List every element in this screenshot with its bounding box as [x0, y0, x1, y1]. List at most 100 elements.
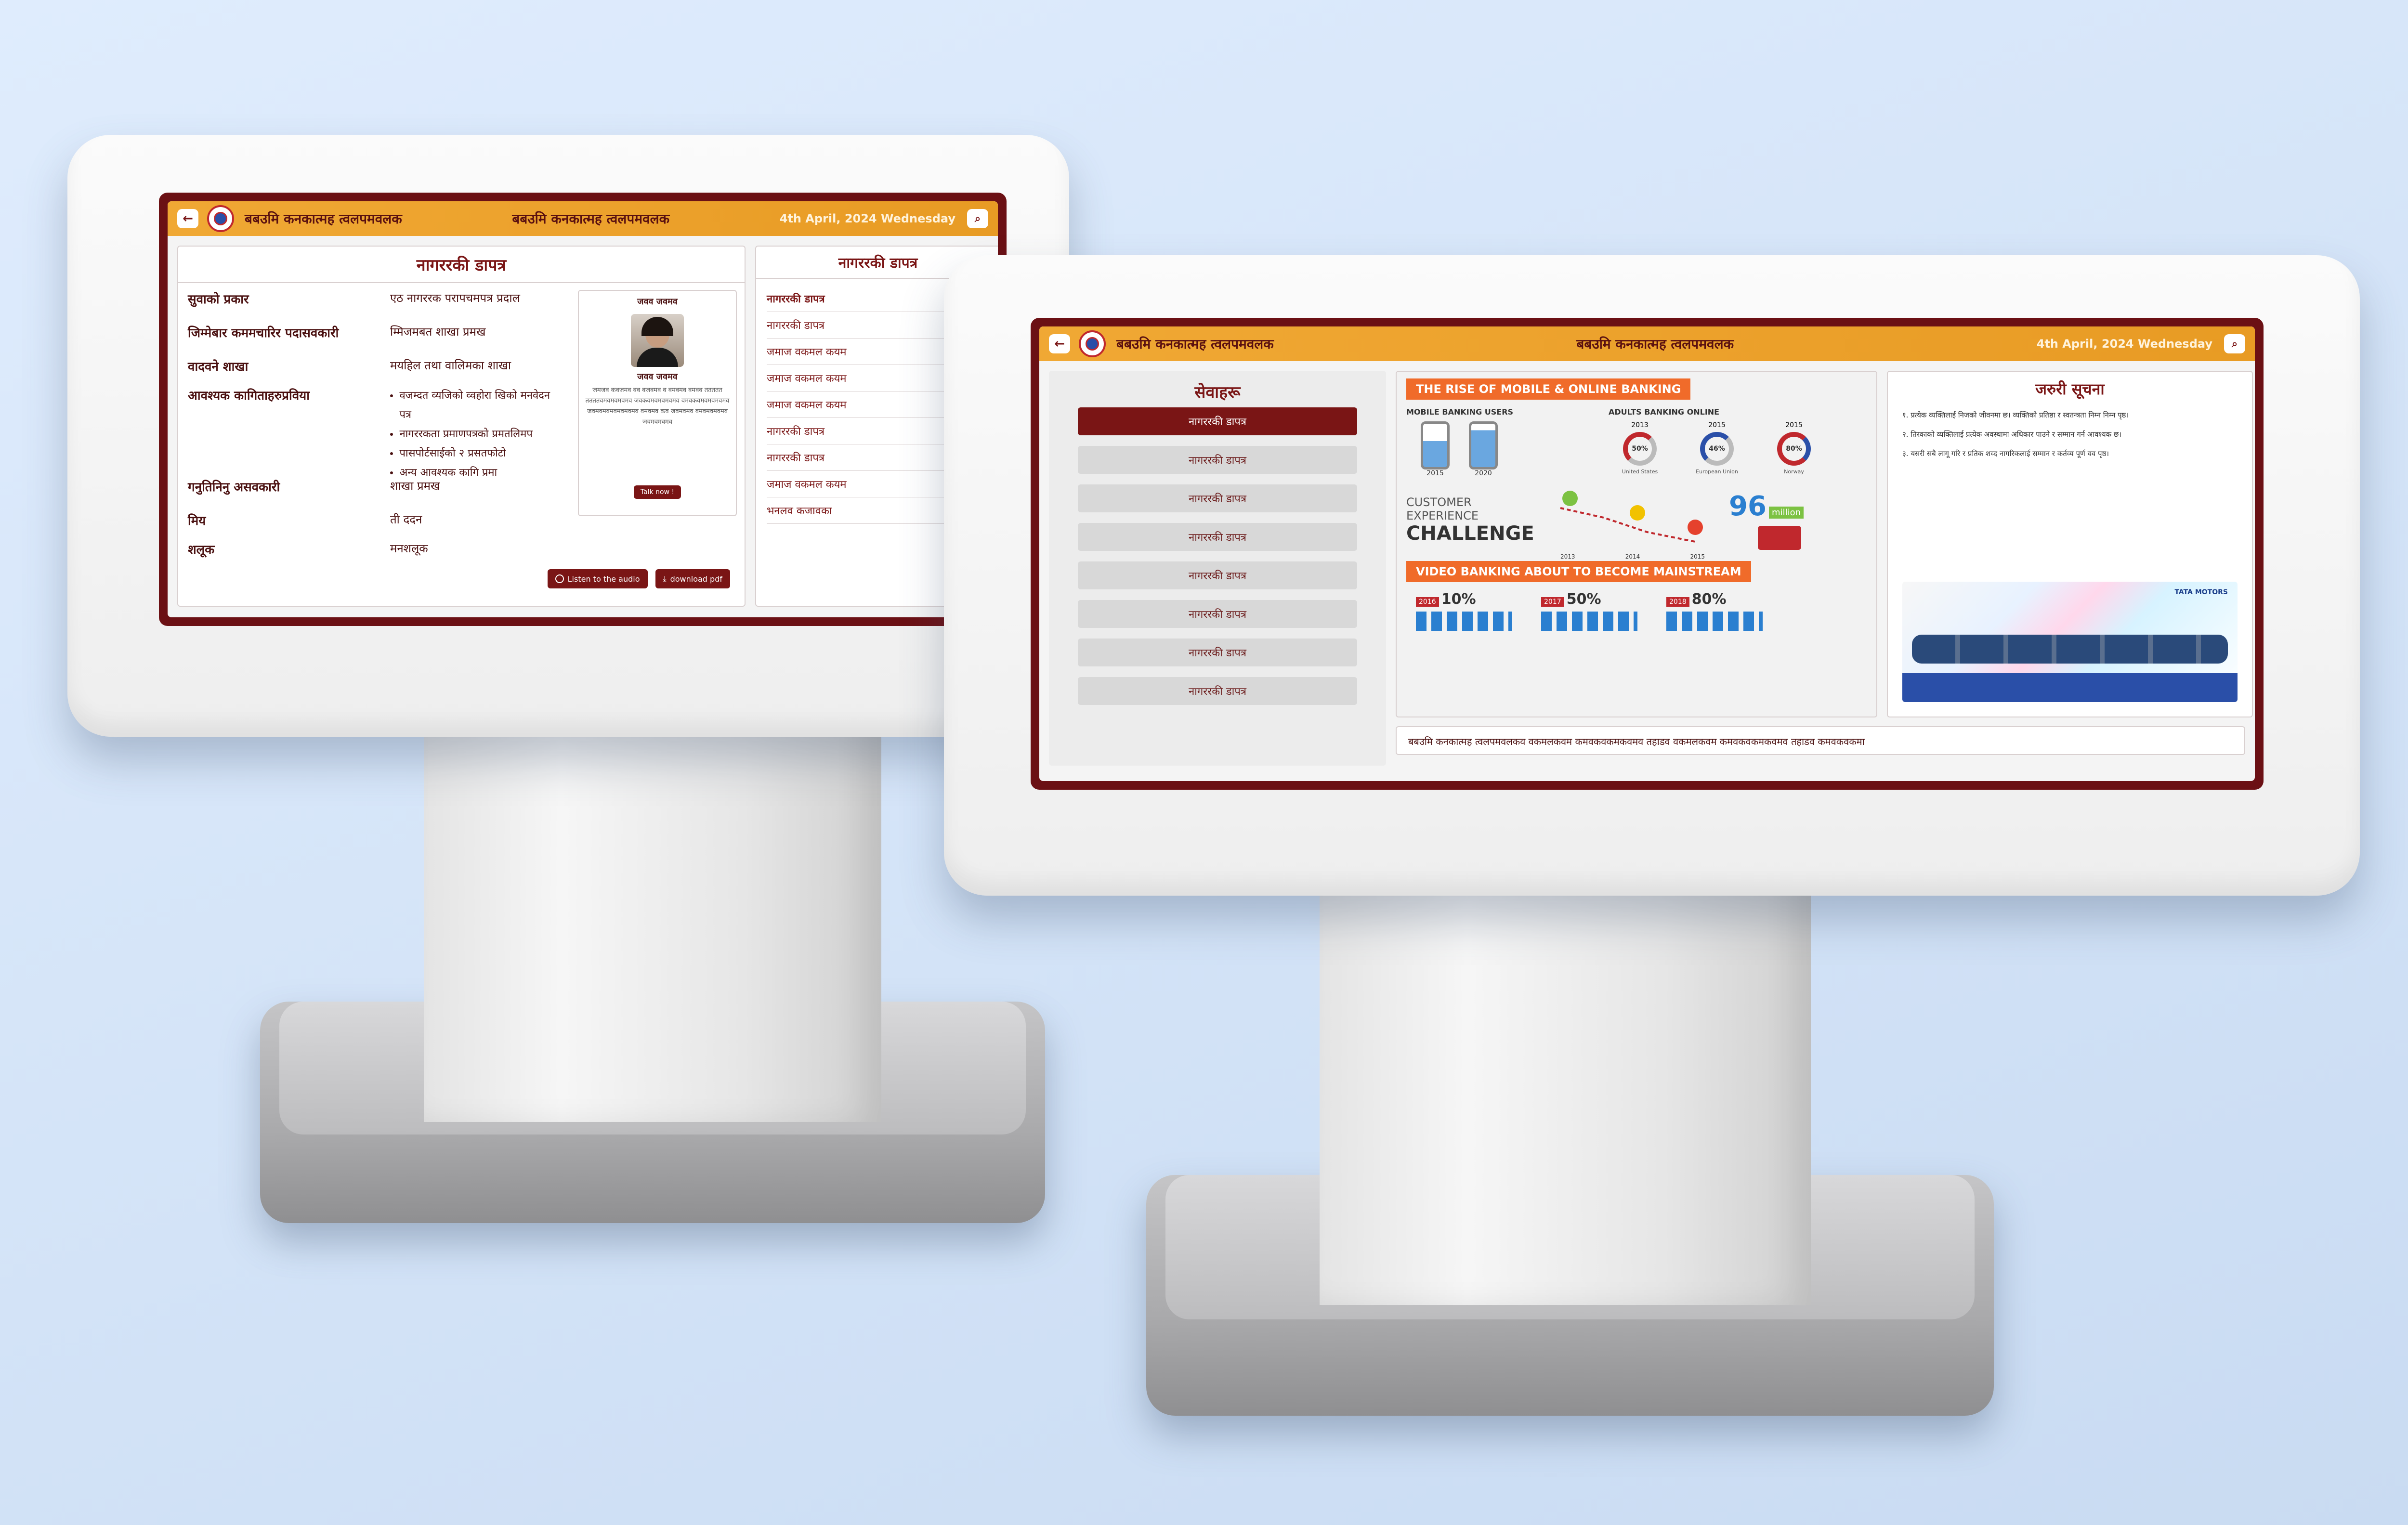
service-item[interactable]: नागररकी डापत्र	[1078, 677, 1357, 705]
listen-audio-button[interactable]: Listen to the audio	[547, 569, 648, 588]
cx-year: 2014	[1625, 553, 1640, 560]
donut-year: 2015	[1785, 421, 1803, 429]
services-list: नागररकी डापत्र नागररकी डापत्र नागररकी डा…	[1049, 407, 1386, 705]
notice-lines: १. प्रत्येक व्यक्तिलाई निजको जीवनमा छ। व…	[1888, 406, 2252, 463]
cx-block: CUSTOMER EXPERIENCE CHALLENGE 2013 2014 …	[1397, 477, 1876, 560]
document-bullet: पासपोर्टसाईको २ प्रसतफोटो	[399, 444, 563, 463]
service-item[interactable]: नागररकी डापत्र	[1078, 523, 1357, 551]
promo-brand: TATA MOTORS	[2174, 588, 2228, 596]
emblem-logo	[207, 205, 234, 232]
phone-icon	[1469, 421, 1498, 469]
profile-heading: जवव जवमव	[637, 297, 678, 307]
emblem-logo	[1079, 330, 1106, 357]
header-org-name: बबउमि कनकात्मह त्वलपमवलक	[245, 211, 402, 227]
video-stat-pct: 50%	[1566, 591, 1601, 608]
donut-caption: Norway	[1784, 469, 1804, 475]
info-row: सुवाको प्रकार एठ नागररक परापचमपत्र प्रदा…	[188, 290, 563, 324]
donut-caption: United States	[1622, 469, 1658, 475]
right-header-bar: ← बबउमि कनकात्मह त्वलपमवलक बबउमि कनकात्म…	[1039, 326, 2255, 361]
info-label: शलूक	[188, 543, 215, 557]
bank-icons	[1416, 612, 1512, 631]
action-buttons: Listen to the audio ⤓ download pdf	[547, 569, 730, 588]
donut-chart: 46%	[1700, 432, 1734, 466]
bus-icon	[1758, 525, 1801, 550]
search-icon[interactable]: ⌕	[2224, 334, 2245, 353]
bank-icons	[1666, 612, 1763, 631]
right-kiosk: ← बबउमि कनकात्मह त्वलपमवलक बबउमि कनकात्म…	[915, 0, 2408, 1525]
video-stat-pct: 80%	[1691, 591, 1727, 608]
header-org-name-right: बबउमि कनकात्मह त्वलपमवलक	[512, 211, 670, 227]
info-label: मिय	[188, 514, 206, 528]
news-ticker: बबउमि कनकात्मह त्वलपमवलकव वकमलकवम कमवकवक…	[1396, 726, 2245, 755]
service-item[interactable]: नागररकी डापत्र	[1078, 446, 1357, 474]
donut-percent: 50%	[1632, 445, 1648, 453]
donut-stat: 2015 46% European Union	[1686, 421, 1748, 475]
info-label: आवश्यक कागिताहरुप्रविया	[188, 389, 310, 403]
donut-stat: 2015 80% Norway	[1763, 421, 1825, 475]
cx-year: 2015	[1690, 553, 1705, 560]
documents-list: वजम्दत व्यजिको व्वहोरा खिको मनवेदन पत्र …	[388, 386, 563, 482]
document-bullet: वजम्दत व्यजिको व्वहोरा खिको मनवेदन पत्र	[399, 386, 563, 425]
download-pdf-button[interactable]: ⤓ download pdf	[655, 569, 730, 588]
document-bullet: नागररकता प्रमाणपत्रको प्रमतलिमप	[399, 425, 563, 444]
donut-year: 2015	[1708, 421, 1726, 429]
info-value: ती ददन	[390, 513, 422, 526]
cx-label: CUSTOMER	[1406, 495, 1472, 509]
sad-face-icon	[1688, 520, 1703, 535]
donut-percent: 46%	[1709, 445, 1725, 453]
cx-label: EXPERIENCE	[1406, 509, 1479, 522]
cx-trend: 2013 2014 2015	[1551, 489, 1714, 560]
phone-year: 2015	[1426, 469, 1444, 477]
adults-online-block: ADULTS BANKING ONLINE 2013 50% United St…	[1609, 407, 1867, 477]
cx-trend-line	[1560, 491, 1703, 543]
service-item[interactable]: नागररकी डापत्र	[1078, 561, 1357, 589]
header-org-name-right: बबउमि कनकात्मह त्वलपमवलक	[1576, 336, 1734, 352]
service-item[interactable]: नागररकी डापत्र	[1078, 600, 1357, 628]
info-label: जिम्मेबार कममचारिर पदासवकारी	[188, 326, 339, 340]
play-icon	[555, 574, 564, 583]
info-row: मिय ती ददन	[188, 511, 563, 540]
video-stat-year: 2018	[1666, 597, 1689, 607]
services-title: सेवाहरू	[1194, 383, 1241, 402]
header-date: 4th April, 2024 Wednesday	[2036, 337, 2212, 351]
donut-chart: 50%	[1623, 432, 1657, 466]
arrow-left-icon[interactable]: ←	[1049, 334, 1070, 353]
info-label: वादवने शाखा	[188, 360, 249, 374]
infographic-title-1: THE RISE OF MOBILE & ONLINE BANKING	[1406, 378, 1691, 400]
promo-banner[interactable]: TATA MOTORS	[1902, 582, 2238, 702]
donut-stat: 2013 50% United States	[1609, 421, 1671, 475]
cx-label: CHALLENGE	[1406, 522, 1534, 545]
mobile-users-block: MOBILE BANKING USERS 2015 2020	[1406, 407, 1609, 477]
video-stat: 2018 80%	[1666, 591, 1763, 631]
mobile-users-label: MOBILE BANKING USERS	[1406, 407, 1514, 417]
service-item[interactable]: नागररकी डापत्र	[1078, 407, 1357, 435]
donut-caption: European Union	[1696, 469, 1738, 475]
video-stat-year: 2017	[1541, 597, 1564, 607]
video-stat-year: 2016	[1416, 597, 1439, 607]
info-row: वादवने शाखा मयहिल तथा वालिमका शाखा	[188, 357, 563, 386]
talk-now-button[interactable]: Talk now !	[633, 485, 681, 499]
million-stat: 96 million	[1729, 491, 1804, 550]
service-item[interactable]: नागररकी डापत्र	[1078, 639, 1357, 666]
promo-offers-strip	[1902, 673, 2238, 702]
cx-year: 2013	[1560, 553, 1575, 560]
left-main-panel: नागररकी डापत्र सुवाको प्रकार एठ नागररक प…	[177, 246, 746, 607]
notice-line: ३. यसरी सबै लागू गरि र प्रतिक शव्द नागरि…	[1902, 449, 2109, 458]
info-row: जिम्मेबार कममचारिर पदासवकारी म्मिजमबत शा…	[188, 324, 563, 357]
phone-year: 2020	[1475, 469, 1492, 477]
bank-icons	[1541, 612, 1637, 631]
arrow-left-icon[interactable]: ←	[177, 209, 198, 228]
right-kiosk-screen: ← बबउमि कनकात्मह त्वलपमवलक बबउमि कनकात्म…	[1031, 318, 2264, 790]
left-header-bar: ← बबउमि कनकात्मह त्वलपमवलक बबउमि कनकात्म…	[168, 201, 998, 236]
video-stat-pct: 10%	[1441, 591, 1476, 608]
million-unit: million	[1769, 506, 1804, 519]
neutral-face-icon	[1630, 505, 1645, 521]
main-panel-title: नागररकी डापत्र	[178, 247, 745, 283]
notice-title: जरुरी सूचना	[2035, 380, 2105, 398]
service-item[interactable]: नागररकी डापत्र	[1078, 484, 1357, 512]
info-label: गनुतिनिनु असवकारी	[188, 480, 280, 495]
left-kiosk-screen: ← बबउमि कनकात्मह त्वलपमवलक बबउमि कनकात्म…	[159, 193, 1007, 626]
header-org-name: बबउमि कनकात्मह त्वलपमवलक	[1116, 336, 1274, 352]
notice-panel: जरुरी सूचना १. प्रत्येक व्यक्तिलाई निजको…	[1887, 371, 2253, 717]
download-pdf-label: download pdf	[670, 574, 722, 584]
